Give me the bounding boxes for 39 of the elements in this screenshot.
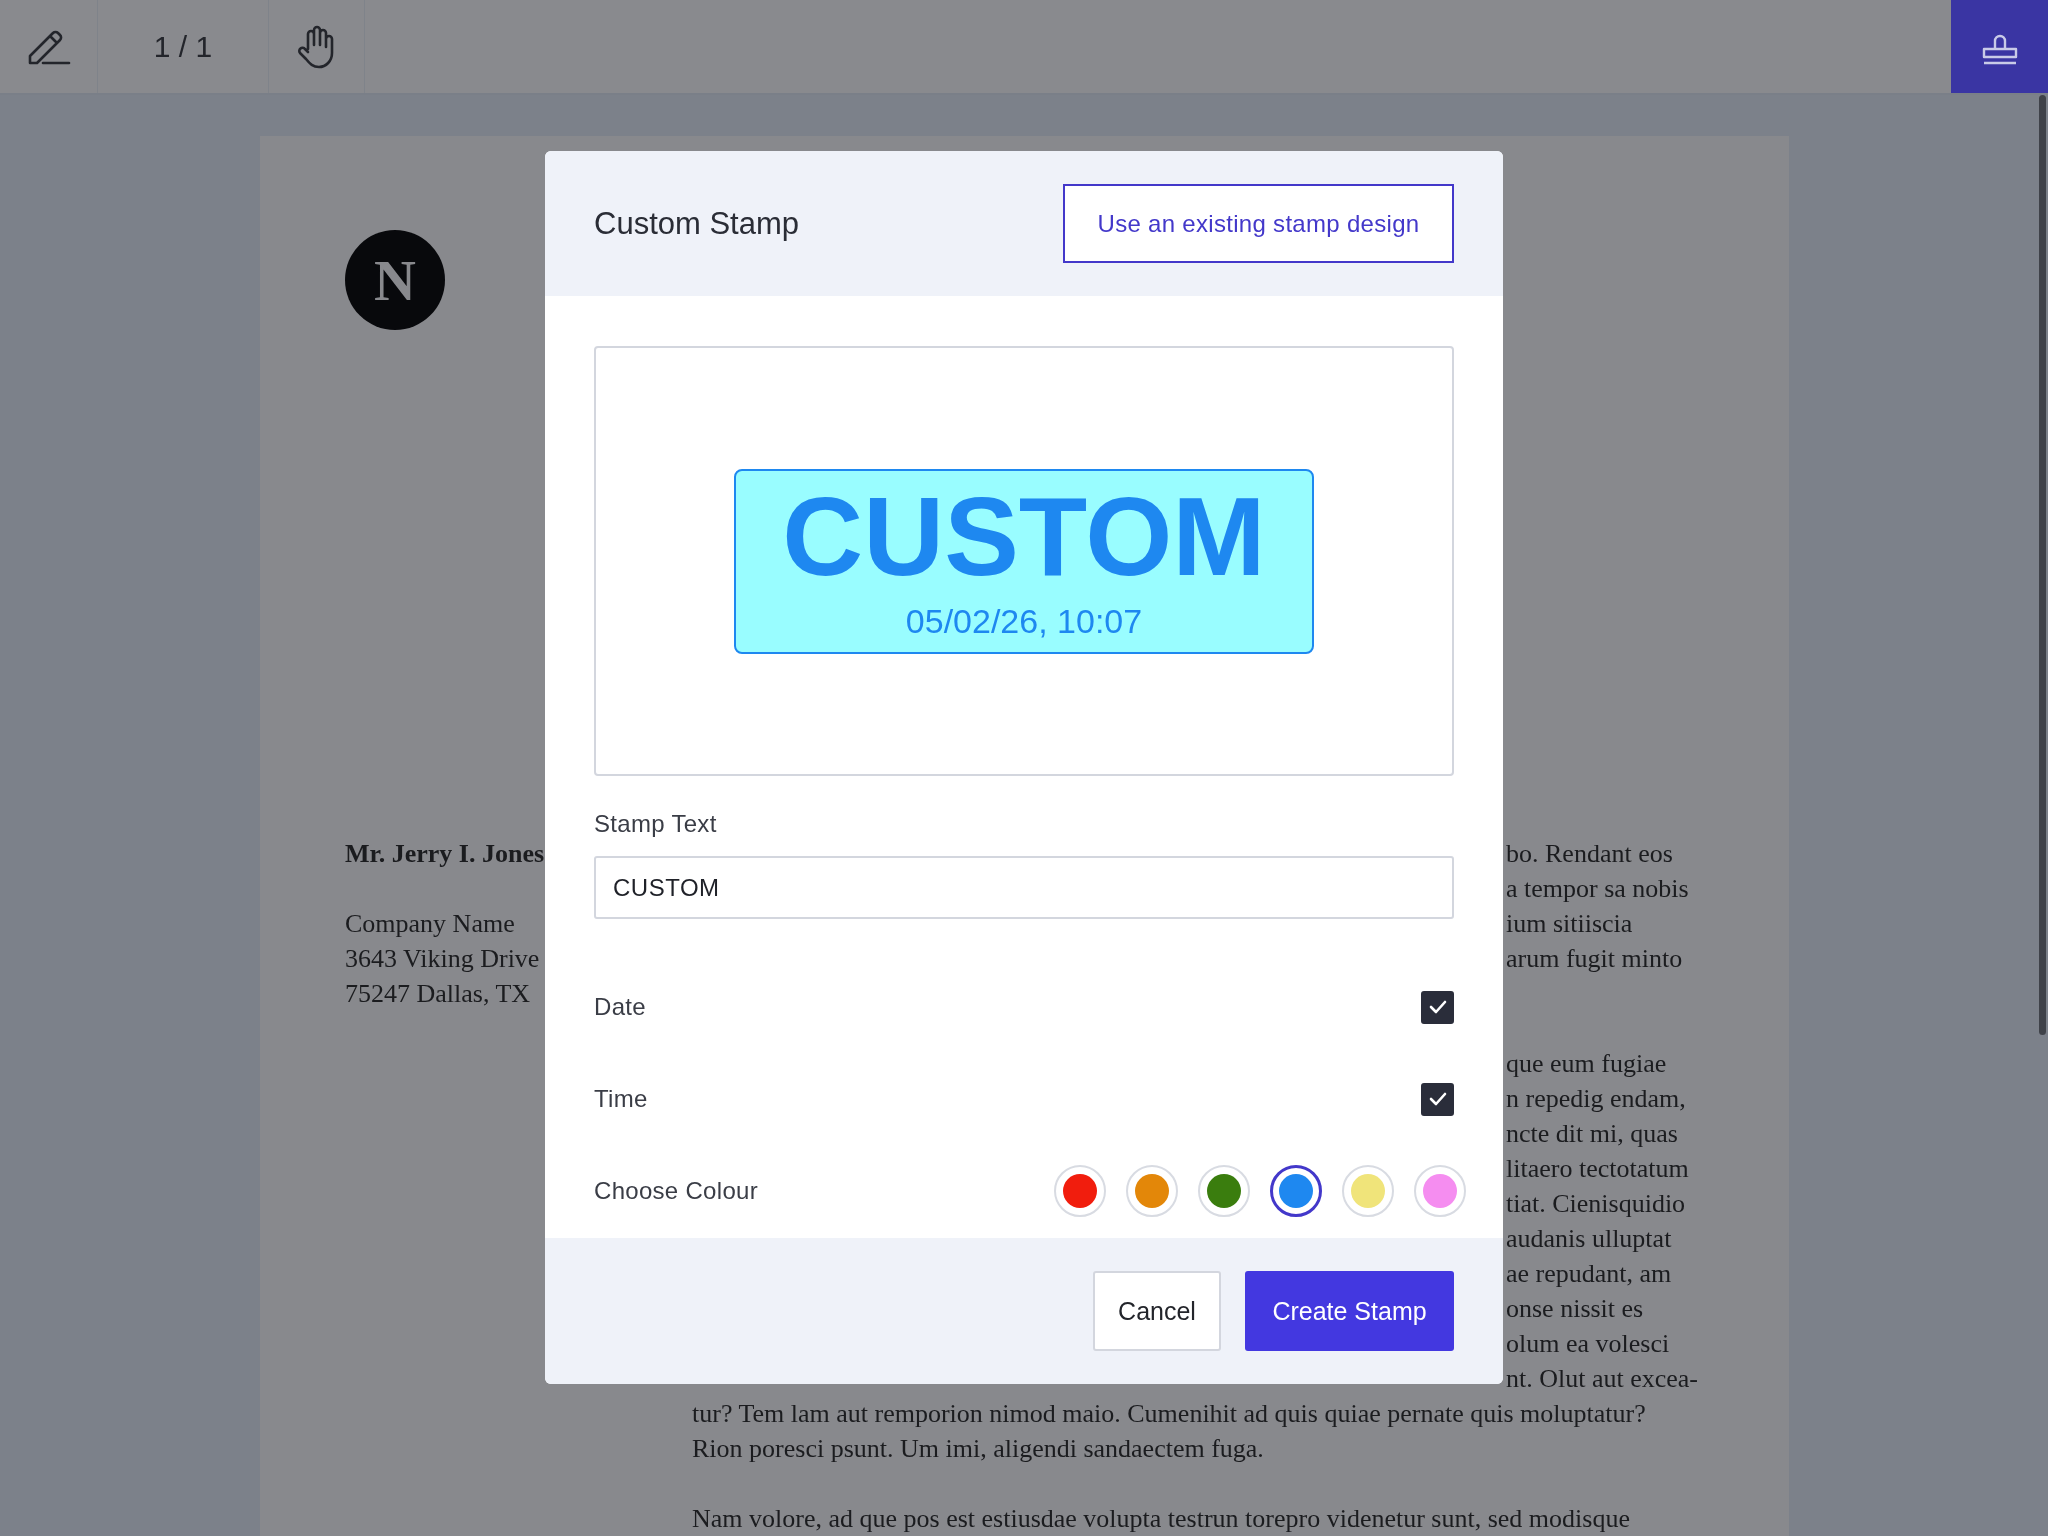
- stamp-text: CUSTOM: [782, 481, 1266, 592]
- address-line: 3643 Viking Drive: [345, 943, 540, 975]
- letter-text-line: onse nissit es: [1506, 1294, 1644, 1323]
- letter-text-line: Nam volore, ad que pos est estiusdae volupta testrun torepro videnetur sunt, sed modisque: [692, 1504, 1630, 1533]
- option-label: Choose Colour: [594, 1177, 758, 1205]
- option-label: Time: [594, 1085, 648, 1113]
- letter-text-line: n repedig endam,: [1506, 1084, 1686, 1113]
- stamp-tool-button[interactable]: [1951, 0, 2048, 93]
- colour-swatch[interactable]: [1270, 1165, 1322, 1217]
- letter-text-line: ium sitiiscia: [1506, 909, 1633, 938]
- checkbox[interactable]: [1421, 1082, 1454, 1116]
- page-indicator: 1 / 1: [98, 0, 269, 93]
- existing-stamp-button[interactable]: Use an existing stamp design: [1063, 184, 1454, 263]
- option-label: Date: [594, 993, 646, 1021]
- recipient-name: Mr. Jerry I. Jones: [345, 838, 545, 870]
- stamp-text-field[interactable]: CUSTOM: [594, 856, 1454, 919]
- letter-text-line: nt. Olut aut excea-: [1506, 1364, 1699, 1393]
- scrollbar[interactable]: [2039, 95, 2046, 1035]
- cancel-button[interactable]: Cancel: [1093, 1271, 1221, 1351]
- letter-text-line: olum ea volesci: [1506, 1329, 1670, 1358]
- letter-text-line: litaero tectotatum: [1506, 1154, 1689, 1183]
- address-line: 75247 Dallas, TX: [345, 978, 531, 1010]
- create-stamp-button[interactable]: Create Stamp: [1245, 1271, 1454, 1351]
- letter-text-line: Rion poresci psunt. Um imi, aligendi sandaectem fuga.: [692, 1434, 1264, 1463]
- letter-text-line: audanis ulluptat: [1506, 1224, 1672, 1253]
- letter-text-line: arum fugit minto: [1506, 944, 1683, 973]
- letter-text-line: ncte dit mi, quas: [1506, 1119, 1678, 1148]
- letter-text-line: tiat. Cienisquidio: [1506, 1189, 1686, 1218]
- checkbox[interactable]: [1421, 990, 1454, 1024]
- logo-badge: N: [345, 230, 445, 330]
- letter-text-line: ae repudant, am: [1506, 1259, 1672, 1288]
- letter-text-line: bo. Rendant eos: [1506, 839, 1673, 868]
- field-label: Stamp Text: [594, 810, 718, 838]
- dialog-title: Custom Stamp: [594, 205, 799, 242]
- letter-text-line: a tempor sa nobis: [1506, 874, 1689, 903]
- letter-text-line: que eum fugiae: [1506, 1049, 1667, 1078]
- address-line: Company Name: [345, 908, 515, 940]
- letter-text-line: tur? Tem lam aut remporion nimod maio. Cumenihit ad quis quiae pernate quis moluptatur?: [692, 1399, 1646, 1428]
- stamp-timestamp: 05/02/26, 10:07: [905, 601, 1143, 641]
